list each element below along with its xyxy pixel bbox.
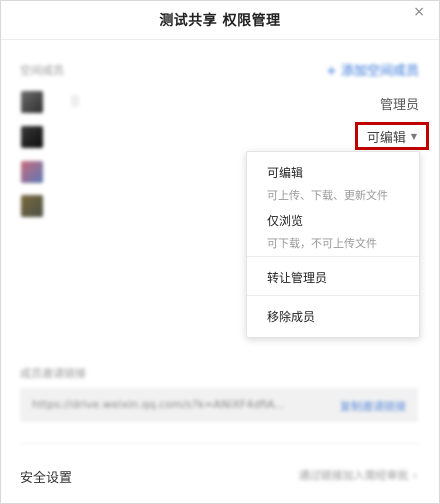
chevron-right-icon: › xyxy=(412,469,417,482)
dialog-title: 测试共享 权限管理 xyxy=(159,13,281,29)
security-settings-label: 安全设置 xyxy=(20,471,73,486)
menu-item-title: 可编辑 xyxy=(267,166,304,180)
members-section-label: 空间成员 xyxy=(20,64,64,77)
menu-divider xyxy=(247,295,419,296)
role-dropdown-trigger[interactable]: 可编辑 ▼ xyxy=(355,122,429,150)
divider xyxy=(20,443,420,444)
menu-item-description: 可上传、下载、更新文件 xyxy=(267,189,388,202)
invite-link-label: 成员邀请链接 xyxy=(20,367,86,380)
avatar xyxy=(21,161,43,183)
menu-item-remove-member[interactable]: 移除成员 xyxy=(267,308,315,325)
copy-link-button[interactable]: 复制邀请链接 xyxy=(340,398,406,414)
menu-item-title: 转让管理员 xyxy=(267,271,328,285)
role-dropdown-value: 可编辑 xyxy=(366,130,406,146)
menu-divider xyxy=(247,256,419,257)
invite-link-url: https://drive.weixin.qq.com/s?k=ANiXF4df… xyxy=(32,398,285,411)
close-icon[interactable]: × xyxy=(413,4,425,20)
menu-item-transfer-admin[interactable]: 转让管理员 xyxy=(267,269,327,286)
role-dropdown-menu: 可编辑 可上传、下载、更新文件 仅浏览 可下载，不可上传文件 转让管理员 移除成… xyxy=(246,151,420,338)
menu-item-view-only[interactable]: 仅浏览 可下载，不可上传文件 xyxy=(267,212,377,251)
menu-item-title: 移除成员 xyxy=(267,310,316,324)
dialog-header: 测试共享 权限管理 × xyxy=(1,1,439,40)
member-role-admin: 管理员 xyxy=(379,98,419,113)
menu-item-title: 仅浏览 xyxy=(267,214,304,228)
chevron-down-icon: ▼ xyxy=(410,131,418,141)
permission-dialog: 测试共享 权限管理 × 空间成员 + 添加空间成员 成员邀请链接 https:/… xyxy=(0,0,440,504)
invite-link-box: https://drive.weixin.qq.com/s?k=ANiXF4df… xyxy=(20,388,418,422)
avatar xyxy=(21,195,43,217)
avatar xyxy=(21,91,43,113)
add-member-button[interactable]: + 添加空间成员 xyxy=(326,60,419,79)
member-name xyxy=(71,95,79,107)
security-setting-value[interactable]: 通过链接加入需经审批 › xyxy=(299,467,417,483)
menu-item-description: 可下载，不可上传文件 xyxy=(267,237,377,250)
avatar xyxy=(21,126,43,148)
menu-item-can-edit[interactable]: 可编辑 可上传、下载、更新文件 xyxy=(267,164,388,203)
